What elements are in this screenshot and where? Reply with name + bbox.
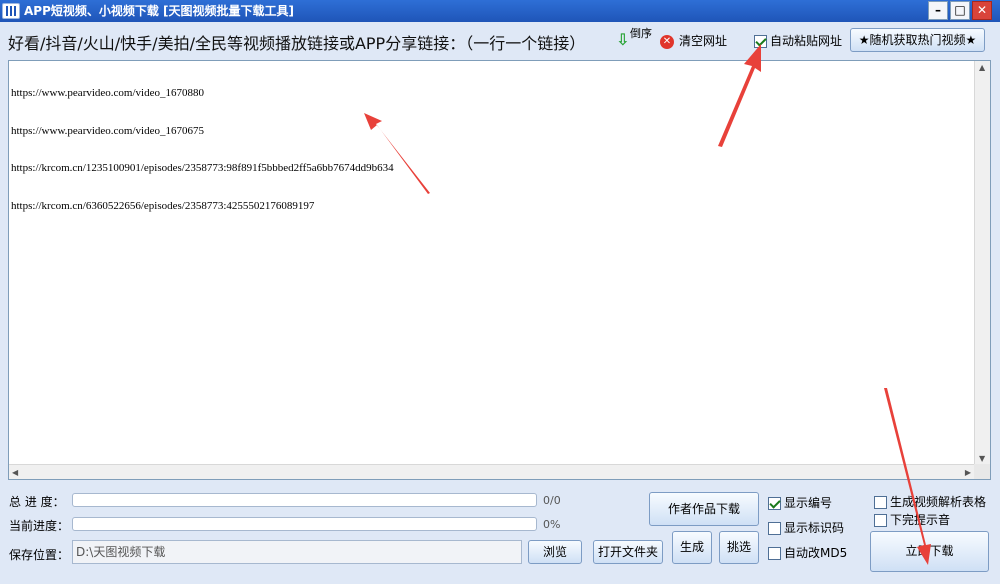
current-progress-label: 当前进度： [9, 519, 70, 533]
reverse-order-label: 倒序 [630, 27, 652, 40]
clear-urls-button[interactable]: ✕ 清空网址 [660, 32, 727, 49]
show-mark-option[interactable]: 显示标识码 [768, 519, 844, 536]
url-textarea[interactable]: https://www.pearvideo.com/video_1670880 … [8, 60, 991, 480]
done-sound-option[interactable]: 下完提示音 [874, 511, 950, 528]
show-number-option[interactable]: 显示编号 [768, 494, 832, 511]
maximize-button[interactable]: □ [950, 1, 970, 20]
scroll-corner [974, 464, 990, 479]
checkbox-icon[interactable] [874, 514, 887, 527]
url-line: https://www.pearvideo.com/video_1670675 [11, 124, 204, 137]
checkbox-icon[interactable] [768, 497, 781, 510]
show-mark-label: 显示标识码 [784, 521, 845, 535]
save-location-label: 保存位置： [9, 548, 70, 562]
checkbox-icon[interactable] [768, 547, 781, 560]
window-title: APP短视频、小视频下载 [天图视频批量下载工具] [24, 4, 295, 18]
url-line: https://krcom.cn/6360522656/episodes/235… [11, 199, 315, 212]
app-icon [2, 3, 20, 19]
pick-button[interactable]: 挑选 [719, 531, 759, 564]
random-hot-videos-button[interactable]: ★随机获取热门视频★ [850, 28, 985, 52]
scroll-left-icon[interactable]: ◀ [12, 468, 18, 477]
clear-icon: ✕ [660, 34, 674, 49]
input-hint: 好看/抖音/火山/快手/美拍/全民等视频播放链接或APP分享链接：（一行一个链接… [8, 34, 586, 53]
vertical-scrollbar[interactable]: ▲ ▼ [974, 61, 990, 465]
current-progress-bar [72, 517, 537, 531]
checkbox-icon[interactable] [874, 496, 887, 509]
title-bar: APP短视频、小视频下载 [天图视频批量下载工具] – □ ✕ [0, 0, 1000, 22]
close-button[interactable]: ✕ [972, 1, 992, 20]
total-progress-bar [72, 493, 537, 507]
auto-md5-option[interactable]: 自动改MD5 [768, 544, 847, 561]
scroll-up-icon[interactable]: ▲ [979, 63, 985, 72]
scroll-right-icon[interactable]: ▶ [965, 468, 971, 477]
author-works-download-button[interactable]: 作者作品下载 [649, 492, 759, 526]
auto-paste-label: 自动粘贴网址 [770, 34, 843, 48]
horizontal-scrollbar[interactable]: ◀ ▶ [9, 464, 974, 479]
down-arrow-icon: ⇩ [616, 30, 630, 49]
toolbar: 好看/抖音/火山/快手/美拍/全民等视频播放链接或APP分享链接：（一行一个链接… [0, 22, 1000, 60]
browse-button[interactable]: 浏览 [528, 540, 582, 564]
url-line: https://www.pearvideo.com/video_1670880 [11, 87, 204, 99]
minimize-button[interactable]: – [928, 1, 948, 20]
reverse-order-button[interactable]: ⇩ 倒序 [616, 27, 652, 56]
checkbox-icon[interactable] [768, 522, 781, 535]
done-sound-label: 下完提示音 [890, 513, 951, 527]
open-folder-button[interactable]: 打开文件夹 [593, 540, 663, 564]
download-now-button[interactable]: 立即下载 [870, 531, 989, 572]
scroll-down-icon[interactable]: ▼ [979, 454, 985, 463]
total-progress-text: 0/0 [543, 494, 561, 507]
current-progress-text: 0% [543, 518, 561, 531]
auto-paste-checkbox[interactable]: 自动粘贴网址 [754, 32, 842, 49]
gen-table-option[interactable]: 生成视频解析表格 [874, 493, 986, 510]
total-progress-label: 总 进 度： [9, 495, 65, 509]
save-path-field[interactable]: D:\天图视频下载 [72, 540, 522, 564]
checkbox-icon[interactable] [754, 35, 767, 48]
clear-urls-label: 清空网址 [679, 34, 728, 48]
generate-button[interactable]: 生成 [672, 531, 712, 564]
url-line: https://krcom.cn/1235100901/episodes/235… [11, 162, 394, 174]
url-lines: https://www.pearvideo.com/video_1670880 … [11, 62, 394, 237]
auto-md5-label: 自动改MD5 [784, 546, 848, 560]
gen-table-label: 生成视频解析表格 [890, 495, 987, 509]
show-number-label: 显示编号 [784, 496, 833, 510]
